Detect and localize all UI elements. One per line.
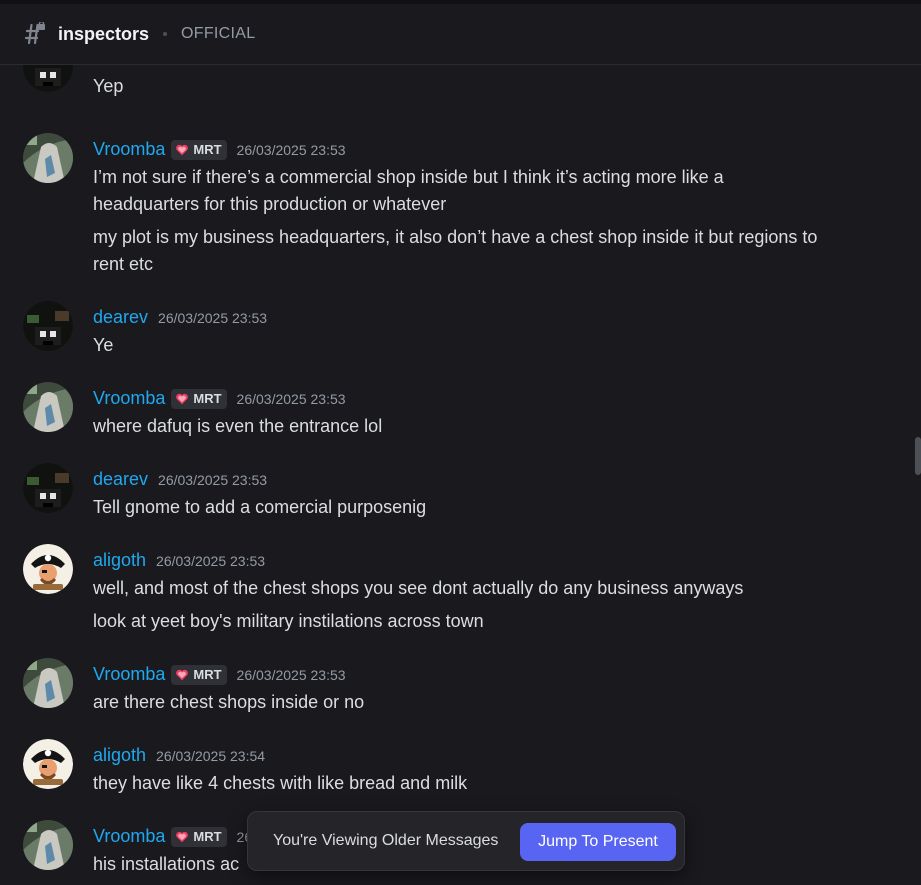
channel-name: inspectors — [58, 23, 150, 44]
message-item[interactable]: aligoth 26/03/2025 23:54 they have like 4 … — [0, 736, 900, 816]
message-item[interactable]: dearev 26/03/2025 23:53 Tell gnome to add … — [0, 460, 900, 540]
message-item[interactable]: dearev 26/03/2025 23:52 Yep — [0, 65, 900, 119]
message-text: Yep — [93, 76, 124, 96]
message-author[interactable]: dearev — [93, 469, 148, 490]
role-badge[interactable]: MRT — [171, 664, 227, 685]
dearev-avatar[interactable] — [23, 65, 73, 92]
message-author[interactable]: aligoth — [93, 745, 146, 766]
message-text: look at yeet boy's military instilations… — [93, 611, 484, 631]
message-timestamp[interactable]: 26/03/2025 23:53 — [237, 391, 346, 407]
role-badge[interactable]: MRT — [171, 826, 227, 847]
dearev-avatar[interactable] — [23, 463, 73, 513]
message-text: well, and most of the chest shops you se… — [93, 578, 744, 598]
message-author[interactable]: Vroomba — [93, 139, 165, 160]
message-text: headquarters for this production or what… — [93, 194, 447, 214]
heart-icon — [176, 144, 189, 155]
message-header: aligoth 26/03/2025 23:54 — [93, 745, 265, 766]
older-messages-bar: You're Viewing Older Messages Jump To Pr… — [247, 811, 685, 871]
role-badge-label: MRT — [193, 667, 222, 682]
message-header: dearev 26/03/2025 23:52 — [93, 65, 267, 69]
message-item[interactable]: aligoth 26/03/2025 23:53 well, and most of… — [0, 541, 900, 631]
vroomba-avatar[interactable] — [23, 658, 73, 708]
vroomba-avatar[interactable] — [23, 820, 73, 870]
chat-window: inspectors OFFICIAL dearev 26/03/2025 23:… — [0, 0, 921, 885]
dearev-avatar[interactable] — [23, 301, 73, 351]
separator-dot — [163, 32, 168, 36]
vroomba-avatar[interactable] — [23, 382, 73, 432]
message-header: dearev 26/03/2025 23:53 — [93, 307, 267, 328]
message-author[interactable]: dearev — [93, 307, 148, 328]
older-messages-text: You're Viewing Older Messages — [273, 832, 499, 849]
message-timestamp[interactable]: 26/03/2025 23:53 — [237, 667, 346, 683]
message-header: Vroomba MRT 26/03/2025 23:53 — [93, 664, 346, 685]
aligoth-avatar[interactable] — [23, 544, 73, 594]
channel-header: inspectors OFFICIAL — [0, 0, 921, 65]
channel-tag: OFFICIAL — [181, 25, 256, 42]
role-badge[interactable]: MRT — [171, 388, 227, 409]
message-text: my plot is my business headquarters, it … — [93, 227, 818, 247]
message-author[interactable]: aligoth — [93, 550, 146, 571]
message-item[interactable]: Vroomba MRT 26/03/2025 23:53 where dafuq is… — [0, 379, 900, 459]
jump-to-present-button[interactable]: Jump To Present — [520, 823, 676, 861]
message-text: I’m not sure if there’s a commercial sho… — [93, 167, 724, 187]
message-timestamp[interactable]: 26/03/2025 23:53 — [237, 142, 346, 158]
message-author[interactable]: Vroomba — [93, 826, 165, 847]
heart-icon — [176, 669, 189, 680]
message-text: Tell gnome to add a comercial purposenig — [93, 497, 427, 517]
message-header: aligoth 26/03/2025 23:53 — [93, 550, 265, 571]
message-timestamp[interactable]: 26/03/2025 23:52 — [158, 65, 267, 67]
message-timestamp[interactable]: 26/03/2025 23:53 — [156, 553, 265, 569]
vroomba-avatar[interactable] — [23, 133, 73, 183]
role-badge[interactable]: MRT — [171, 139, 227, 160]
message-item[interactable]: dearev 26/03/2025 23:53 Ye — [0, 298, 900, 378]
message-header: Vroomba MRT 26/03/2025 23:53 — [93, 388, 346, 409]
message-author[interactable]: dearev — [93, 65, 148, 69]
message-item[interactable]: Vroomba MRT 26/03/2025 23:53 are there ches… — [0, 655, 900, 735]
heart-icon — [176, 831, 189, 842]
aligoth-avatar[interactable] — [23, 739, 73, 789]
message-item[interactable]: Vroomba MRT 26/03/2025 23:53 I’m not sure i… — [0, 130, 900, 274]
message-text: his installations ac — [93, 854, 240, 874]
message-author[interactable]: Vroomba — [93, 388, 165, 409]
message-timestamp[interactable]: 26/03/2025 23:54 — [156, 748, 265, 764]
scrollbar-thumb[interactable] — [915, 437, 921, 475]
message-text: Ye — [93, 335, 114, 355]
message-header: dearev 26/03/2025 23:53 — [93, 469, 267, 490]
message-text: are there chest shops inside or no — [93, 692, 365, 712]
hash-locked-icon — [22, 20, 46, 46]
message-text: they have like 4 chests with like bread … — [93, 773, 468, 793]
message-list[interactable]: dearev 26/03/2025 23:52 Yep Vroomba MRT 26/03… — [0, 65, 921, 885]
message-header: Vroomba MRT 26/03/2025 23:53 — [93, 139, 346, 160]
heart-icon — [176, 393, 189, 404]
message-timestamp[interactable]: 26/03/2025 23:53 — [158, 310, 267, 326]
role-badge-label: MRT — [193, 391, 222, 406]
role-badge-label: MRT — [193, 142, 222, 157]
message-timestamp[interactable]: 26/03/2025 23:53 — [158, 472, 267, 488]
role-badge-label: MRT — [193, 829, 222, 844]
message-text: rent etc — [93, 254, 154, 274]
message-text: where dafuq is even the entrance lol — [93, 416, 383, 436]
message-author[interactable]: Vroomba — [93, 664, 165, 685]
